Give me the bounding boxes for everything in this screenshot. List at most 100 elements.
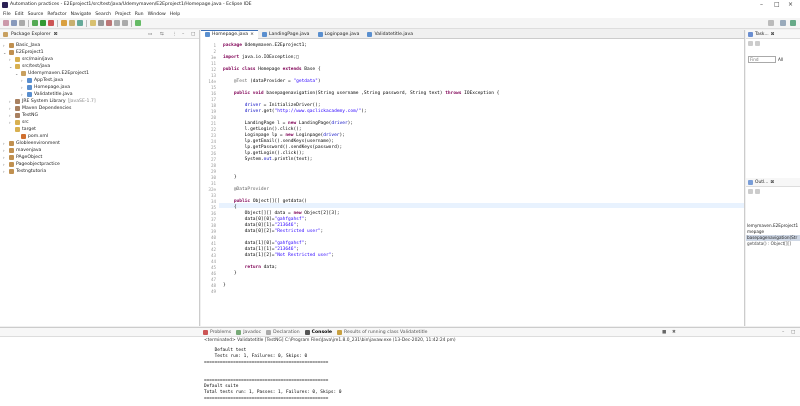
- collapsed-icon[interactable]: ›: [3, 141, 7, 146]
- tree-item[interactable]: › Pageobjectpractice: [3, 161, 60, 167]
- outline-tab[interactable]: Outl... ⊠: [746, 178, 800, 187]
- close-icon[interactable]: ⊠: [770, 180, 774, 185]
- close-icon[interactable]: ×: [250, 32, 254, 37]
- minimize-icon[interactable]: –: [182, 32, 184, 37]
- tree-item[interactable]: target: [9, 126, 36, 132]
- collapsed-icon[interactable]: ›: [3, 148, 7, 153]
- expanded-icon[interactable]: ⌄: [15, 71, 19, 76]
- menu-run[interactable]: Run: [135, 12, 144, 17]
- tree-item[interactable]: ⌄ Udemymaven.E2Eproject1: [15, 70, 89, 76]
- task-list-tab[interactable]: Task... ⊠: [746, 30, 800, 39]
- search-icon[interactable]: [98, 20, 104, 26]
- tree-item[interactable]: › mavenjava: [3, 147, 41, 153]
- collapsed-icon[interactable]: ›: [21, 78, 25, 83]
- maximize-icon[interactable]: □: [791, 330, 795, 335]
- tree-item[interactable]: › Globleenvironment: [3, 140, 60, 146]
- search-icon[interactable]: [768, 20, 774, 26]
- find-input[interactable]: [748, 55, 776, 63]
- tree-item[interactable]: pom.xml: [15, 133, 48, 139]
- new-icon[interactable]: [3, 20, 9, 26]
- tree-item[interactable]: ⌄ src/test/java: [9, 63, 50, 69]
- new-package-icon[interactable]: [69, 20, 75, 26]
- clear-console-icon[interactable]: ■: [662, 330, 666, 335]
- open-type-icon[interactable]: [90, 20, 96, 26]
- collapsed-icon[interactable]: ›: [9, 57, 13, 62]
- debug-icon[interactable]: [32, 20, 38, 26]
- window-title: Automation practices - E2Eproject1/src/t…: [10, 2, 252, 7]
- expanded-icon[interactable]: ⌄: [3, 50, 7, 55]
- menu-navigate[interactable]: Navigate: [71, 12, 92, 17]
- collapsed-icon[interactable]: ›: [21, 85, 25, 90]
- collapsed-icon[interactable]: ›: [9, 120, 13, 125]
- new-task-icon[interactable]: [748, 41, 753, 46]
- tab-declaration[interactable]: Declaration: [266, 329, 300, 335]
- pin-editor-icon[interactable]: [135, 20, 141, 26]
- save-icon[interactable]: [11, 20, 17, 26]
- collapsed-icon[interactable]: ›: [3, 43, 7, 48]
- collapsed-icon[interactable]: ›: [3, 155, 7, 160]
- forward-icon[interactable]: [122, 20, 128, 26]
- tree-item[interactable]: › Validatetitle.java: [21, 91, 73, 97]
- maximize-icon[interactable]: □: [774, 1, 780, 8]
- tree-item[interactable]: › Homepage.java: [21, 84, 70, 90]
- tree-item[interactable]: › PAgeObject: [3, 154, 42, 160]
- close-icon[interactable]: ⊠: [771, 32, 775, 37]
- remove-launch-icon[interactable]: ✖: [672, 330, 676, 335]
- tree-item[interactable]: › Basic_Java: [3, 42, 40, 48]
- collapsed-icon[interactable]: ›: [9, 113, 13, 118]
- minimize-icon[interactable]: –: [760, 1, 763, 8]
- expanded-icon[interactable]: ⌄: [9, 64, 13, 69]
- link-editor-icon[interactable]: ⇆: [160, 32, 164, 37]
- collapsed-icon[interactable]: ›: [3, 162, 7, 167]
- collapsed-icon[interactable]: ›: [3, 169, 7, 174]
- tree-item[interactable]: ⌄ E2Eproject1: [3, 49, 44, 55]
- sort-icon[interactable]: [748, 188, 753, 194]
- tab-javadoc[interactable]: Javadoc: [236, 329, 261, 335]
- filter-icon[interactable]: [755, 41, 760, 46]
- menu-project[interactable]: Project: [115, 12, 131, 17]
- tree-item[interactable]: › Testngtutoria: [3, 168, 46, 174]
- menu-file[interactable]: File: [3, 12, 11, 17]
- editor-tab-loginpage[interactable]: Loginpage.java: [314, 30, 364, 39]
- menu-source[interactable]: Source: [28, 12, 44, 17]
- outline-item[interactable]: getdata() : Object[][]: [746, 241, 800, 247]
- java-perspective-icon[interactable]: [790, 20, 796, 26]
- tree-item[interactable]: › Maven Dependencies: [9, 105, 71, 111]
- view-menu-icon[interactable]: ⋮: [172, 32, 177, 37]
- perspective-icon[interactable]: [780, 20, 786, 26]
- external-tools-icon[interactable]: [48, 20, 54, 26]
- editor-tab-validatetitle[interactable]: Validatetitle.java: [363, 30, 417, 39]
- back-icon[interactable]: [114, 20, 120, 26]
- editor-tab-homepage[interactable]: Homepage.java ×: [201, 29, 258, 39]
- tab-problems[interactable]: Problems: [203, 329, 231, 335]
- minimize-icon[interactable]: –: [782, 330, 784, 335]
- tree-item[interactable]: › src: [9, 119, 29, 125]
- tree-item[interactable]: › src/main/java: [9, 56, 53, 62]
- new-class-icon[interactable]: [77, 20, 83, 26]
- package-explorer-tab[interactable]: Package Explorer ⊠ ▭ ⇆ ⋮ – □: [0, 30, 199, 39]
- new-java-project-icon[interactable]: [61, 20, 67, 26]
- tab-console[interactable]: Console: [304, 329, 332, 335]
- close-icon[interactable]: ⊠: [54, 32, 58, 37]
- menu-search[interactable]: Search: [95, 12, 111, 17]
- run-icon[interactable]: [40, 20, 46, 26]
- editor-tab-landingpage[interactable]: LandingPage.java: [258, 30, 314, 39]
- next-annotation-icon[interactable]: [106, 20, 112, 26]
- tree-item[interactable]: › JRE System Library [JavaSE-1.7]: [9, 98, 96, 104]
- menu-window[interactable]: Window: [148, 12, 166, 17]
- close-icon[interactable]: ×: [788, 1, 793, 8]
- menu-refactor[interactable]: Refactor: [47, 12, 66, 17]
- collapsed-icon[interactable]: ›: [9, 99, 13, 104]
- all-filter[interactable]: All: [778, 57, 783, 62]
- maximize-icon[interactable]: □: [191, 32, 195, 37]
- collapsed-icon[interactable]: ›: [9, 106, 13, 111]
- menu-edit[interactable]: Edit: [15, 12, 24, 17]
- tree-item[interactable]: › TestNG: [9, 112, 38, 118]
- tab-testng-results[interactable]: Results of running class Validatetitle: [337, 329, 428, 335]
- collapse-all-icon[interactable]: ▭: [148, 32, 152, 37]
- collapsed-icon[interactable]: ›: [21, 92, 25, 97]
- menu-help[interactable]: Help: [170, 12, 180, 17]
- hide-fields-icon[interactable]: [755, 188, 760, 194]
- save-all-icon[interactable]: [19, 20, 25, 26]
- tree-item[interactable]: › AppTest.java: [21, 77, 63, 83]
